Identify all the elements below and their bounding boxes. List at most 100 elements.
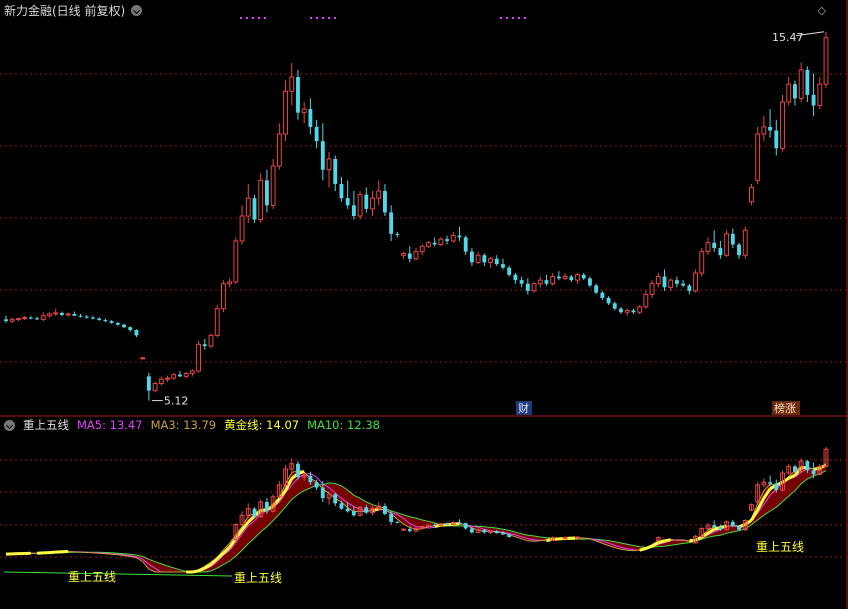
candle-body <box>581 274 586 279</box>
candle-body <box>252 198 257 220</box>
candle-body <box>9 318 15 322</box>
chevron-down-icon[interactable] <box>131 4 143 16</box>
candle-body <box>531 283 537 292</box>
candle-body <box>84 316 89 318</box>
candle-body <box>525 283 530 291</box>
chart-header: 新力金融(日线 前复权) <box>4 2 143 18</box>
indicator-candle-body <box>768 482 773 484</box>
candle-body <box>103 320 108 322</box>
indicator-candle-body <box>737 525 741 530</box>
candle-body <box>445 239 449 241</box>
candle-body <box>47 313 52 317</box>
candle-body <box>674 280 679 284</box>
candle-body <box>276 133 282 167</box>
candle-body <box>152 382 158 392</box>
candle-body <box>15 318 21 321</box>
indicator-candle-body <box>364 507 369 513</box>
gold-line-segment <box>645 544 653 550</box>
candle-body <box>569 276 574 281</box>
indicator-candle-body <box>296 463 300 477</box>
candle-body <box>401 252 407 256</box>
candle-body <box>40 315 46 320</box>
candle-body <box>705 242 711 253</box>
candle-body <box>146 376 151 391</box>
indicator-candle-body <box>805 461 810 471</box>
candle-body <box>407 253 412 259</box>
candle-body <box>488 258 493 263</box>
candle-body <box>780 101 785 149</box>
event-badge: 财 <box>516 401 532 415</box>
indicator-candle-body <box>774 483 779 491</box>
candle-body <box>72 314 77 316</box>
chart-canvas[interactable]: 15.475.12财 榜涨重上五线 重上五线重上五线 <box>0 0 848 609</box>
indicator-candle-body <box>494 531 499 534</box>
candle-body <box>712 242 717 249</box>
candle-body <box>786 83 792 103</box>
top-marker-dot <box>334 17 336 19</box>
candle-body <box>258 179 264 221</box>
top-marker-dot <box>512 17 514 19</box>
candle-body <box>643 293 649 308</box>
candle-body <box>550 276 556 285</box>
candle-body <box>594 285 599 293</box>
indicator-candle-body <box>389 513 394 522</box>
candle-body <box>345 198 350 206</box>
candle-body <box>270 165 276 206</box>
candle-body <box>364 194 369 209</box>
candle-body <box>289 76 295 92</box>
candle-body <box>208 334 214 347</box>
indicator-candle-body <box>351 511 356 516</box>
indicator-candle-body <box>345 508 350 512</box>
candle-body <box>737 244 741 256</box>
indicator-candle-body <box>383 506 387 514</box>
candle-body <box>438 238 444 246</box>
indicator-candle-body <box>457 522 462 524</box>
candle-body <box>419 245 425 253</box>
candle-body <box>296 77 300 113</box>
candle-body <box>742 229 748 256</box>
indicator-candle-body <box>401 528 407 531</box>
top-marker-dot <box>524 17 526 19</box>
chevron-down-icon[interactable] <box>4 419 15 431</box>
indicator-candle-body <box>507 534 512 538</box>
candle-body <box>730 233 735 245</box>
candle-body <box>245 197 251 217</box>
candle-body <box>425 242 431 247</box>
candle-body <box>519 280 524 284</box>
candle-body <box>115 322 120 325</box>
candle-body <box>389 212 394 234</box>
ma10-label: MA10: 12.38 <box>307 418 380 432</box>
candle-body <box>122 324 126 328</box>
candle-body <box>370 197 375 210</box>
candle-body <box>724 233 730 256</box>
candle-body <box>413 251 419 260</box>
candle-body <box>214 308 220 336</box>
grid-lines <box>0 0 848 609</box>
candle-body <box>612 303 617 309</box>
gold-line-segment <box>657 539 665 545</box>
top-marker-dot <box>506 17 508 19</box>
candle-body <box>619 308 623 313</box>
candle-body <box>78 315 83 317</box>
candle-body <box>320 141 325 170</box>
candle-body <box>308 109 313 127</box>
top-marker-dot <box>310 17 312 19</box>
candle-body <box>544 280 549 284</box>
indicator-candle-body <box>463 523 468 529</box>
candle-body <box>432 242 437 245</box>
candle-body <box>823 37 829 85</box>
candle-body <box>798 69 804 99</box>
ma5-label: MA5: 13.47 <box>77 418 143 432</box>
candle-body <box>475 254 481 263</box>
candle-body <box>793 84 797 99</box>
candle-body <box>109 321 114 323</box>
candle-body <box>91 317 95 319</box>
main-candles <box>4 31 829 401</box>
candle-body <box>768 126 773 131</box>
diamond-icon[interactable]: ◇ <box>818 4 826 17</box>
candle-body <box>494 258 499 265</box>
candle-body <box>556 276 561 279</box>
signal-label: 重上五线 <box>68 570 116 584</box>
candle-body <box>339 183 344 199</box>
candle-body <box>376 190 382 199</box>
